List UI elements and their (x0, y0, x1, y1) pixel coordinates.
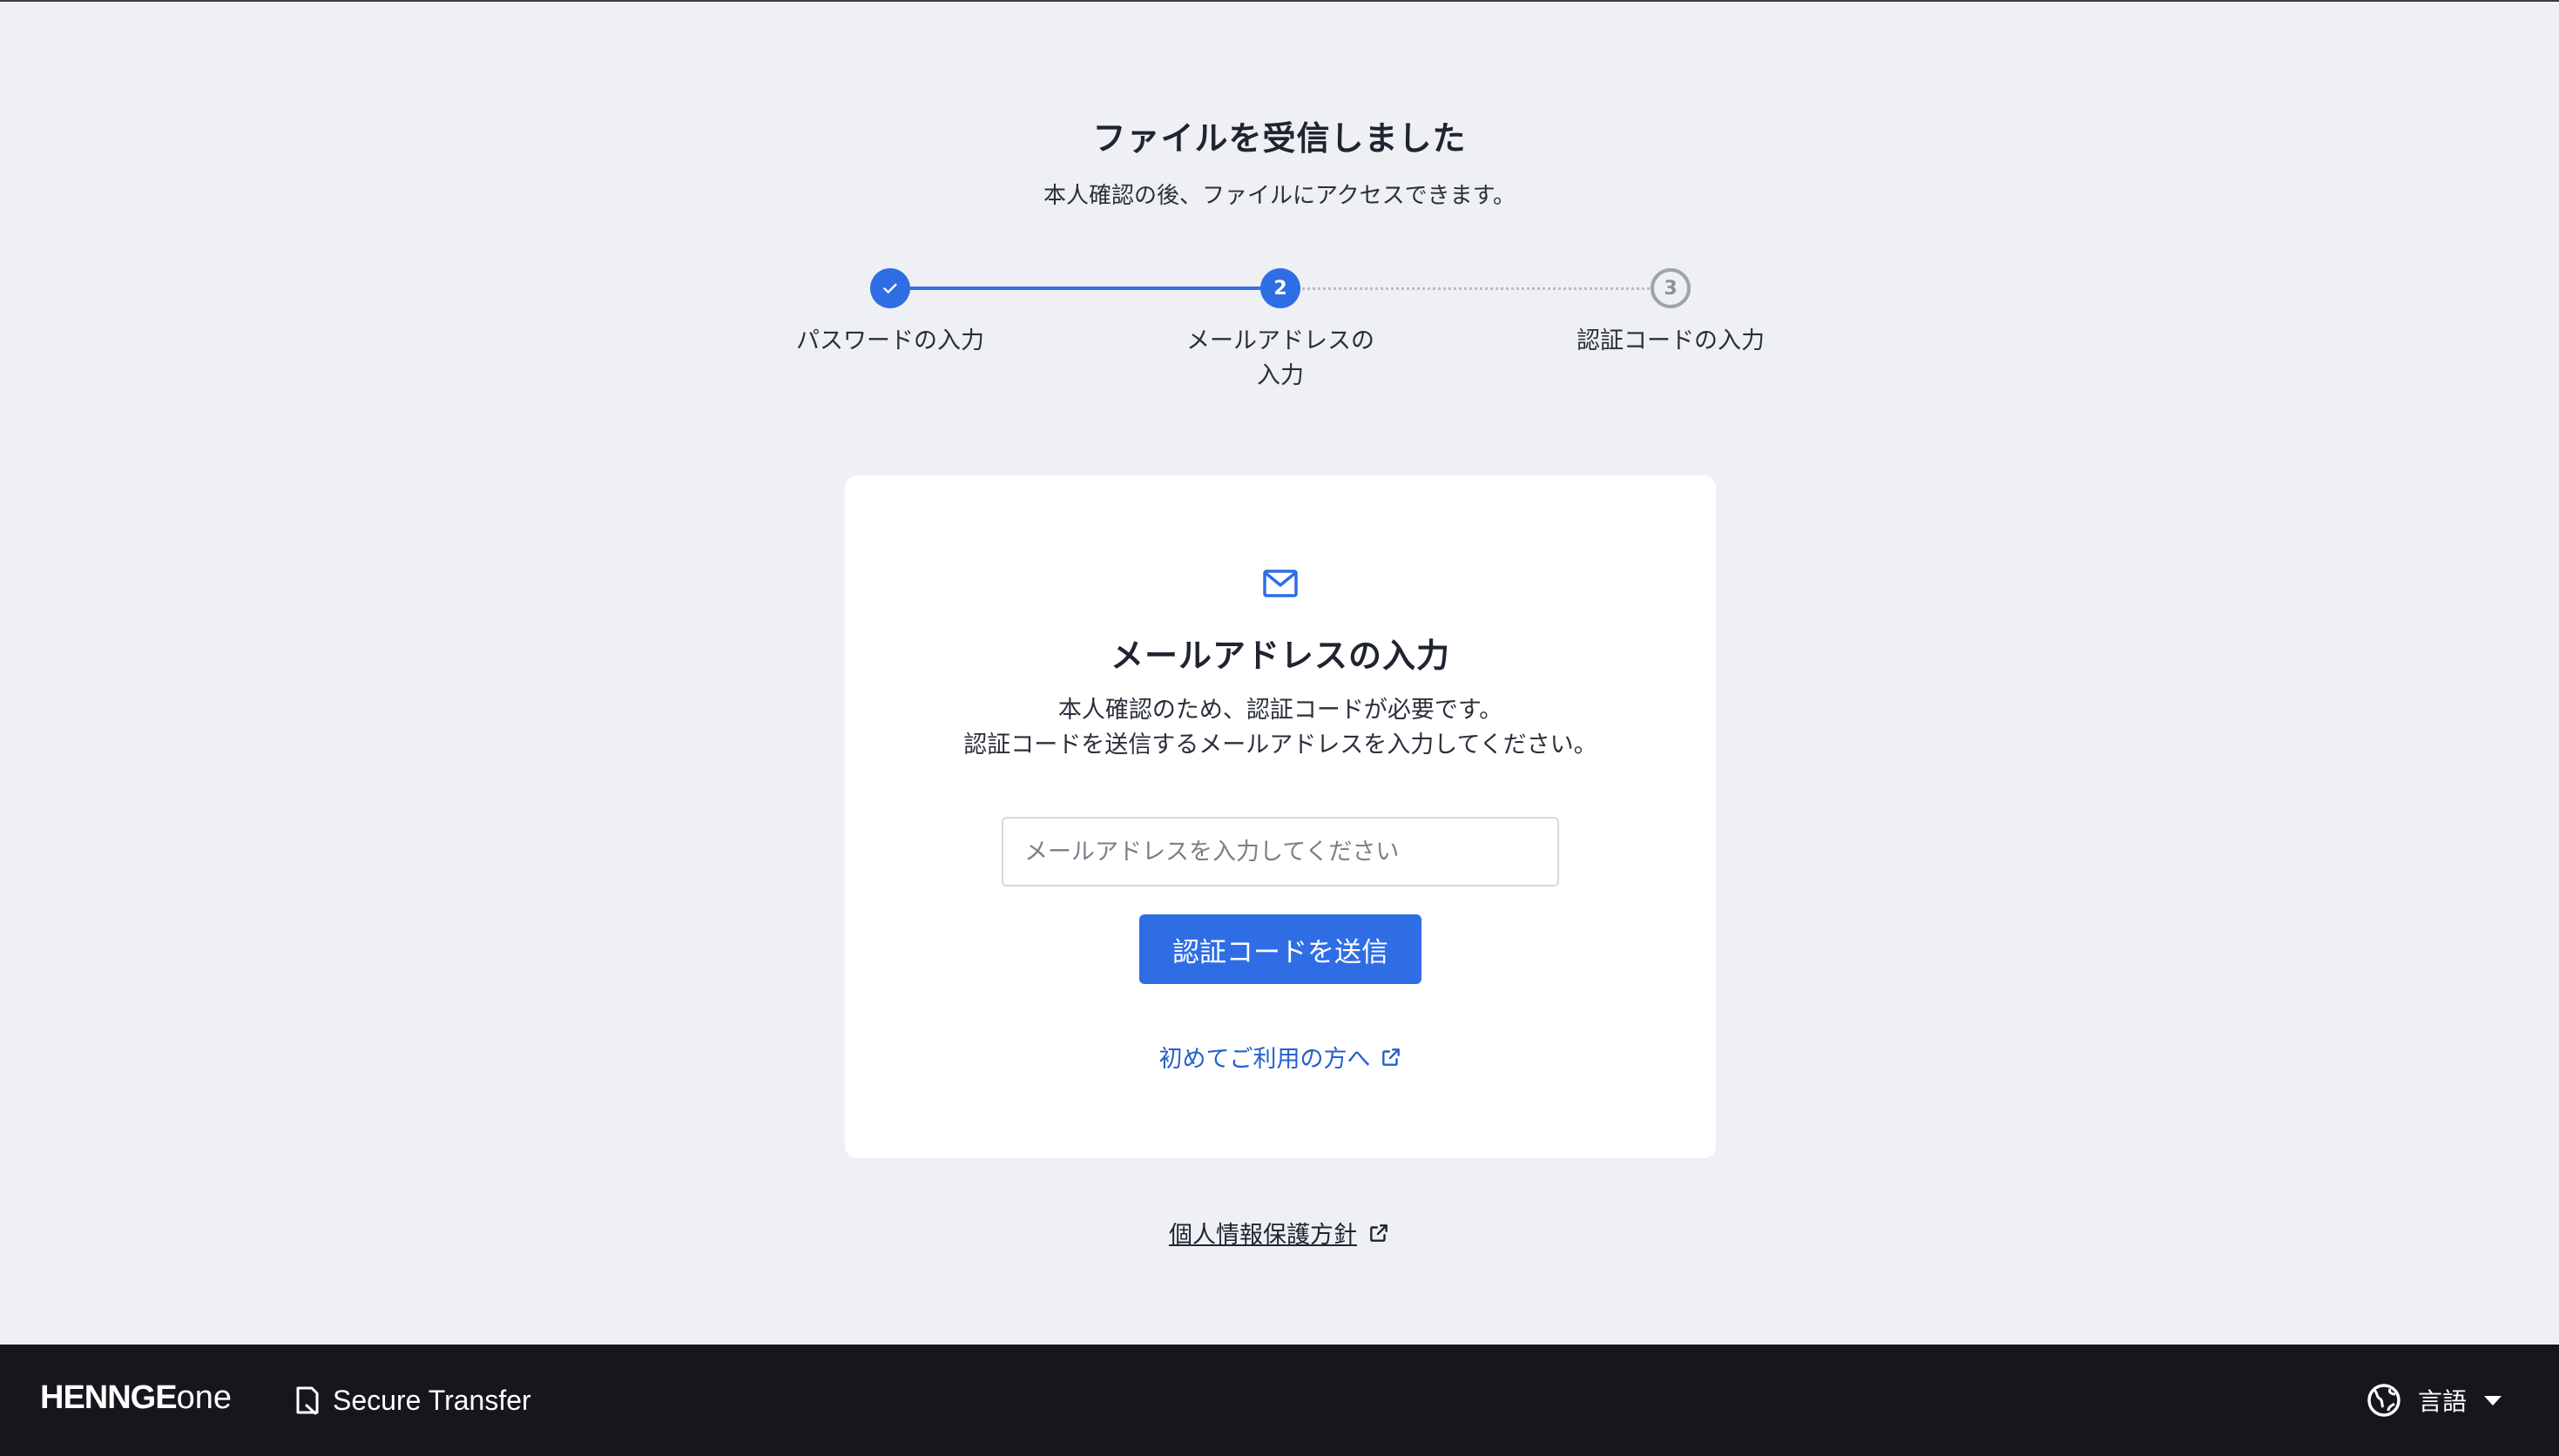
page-title: ファイルを受信しました (1092, 119, 1467, 158)
stepper: 2 3 パスワードの入力 メールアドレスの入力 認証コードの入力 (0, 261, 2559, 401)
brand-main: HENNGE (40, 1379, 178, 1416)
first-time-user-link[interactable]: 初めてご利用の方へ (845, 1040, 1716, 1074)
privacy-policy-link[interactable]: 個人情報保護方針 (0, 1216, 2559, 1250)
step-1-indicator (870, 268, 910, 308)
check-icon (883, 283, 897, 293)
first-time-user-link-label: 初めてご利用の方へ (1158, 1046, 1371, 1073)
card-description: 本人確認のため、認証コードが必要です。 認証コードを送信するメールアドレスを入力… (845, 693, 1716, 763)
step-2-indicator: 2 (1260, 268, 1300, 308)
step-3-label: 認証コードの入力 (1577, 327, 1765, 354)
external-link-icon (1370, 1223, 1388, 1242)
secure-transfer-icon (296, 1386, 319, 1415)
product-label: Secure Transfer (333, 1384, 531, 1416)
page-subtitle: 本人確認の後、ファイルにアクセスできます。 (1043, 183, 1516, 209)
product-name: Secure Transfer (294, 1379, 531, 1421)
language-selector[interactable]: 言語 (2366, 1376, 2503, 1425)
step-1-label: パスワードの入力 (796, 327, 984, 354)
privacy-policy-label: 個人情報保護方針 (1169, 1222, 1357, 1249)
footer: HENNGEone Secure Transfer 言語 (0, 1345, 2559, 1456)
brand-sub: one (176, 1379, 232, 1416)
caret-down-icon (2484, 1396, 2502, 1405)
step-3-indicator: 3 (1651, 268, 1691, 308)
stepper-line-completed (890, 286, 1280, 290)
step-2-label: メールアドレスの入力 (1186, 327, 1374, 389)
email-input[interactable] (1002, 817, 1559, 886)
language-label: 言語 (2417, 1387, 2467, 1416)
email-entry-card: メールアドレスの入力 本人確認のため、認証コードが必要です。 認証コードを送信す… (845, 475, 1716, 1158)
stepper-line-pending (1280, 287, 1671, 290)
send-code-button[interactable]: 認証コードを送信 (1139, 914, 1421, 984)
card-description-line-2: 認証コードを送信するメールアドレスを入力してください。 (963, 731, 1597, 758)
card-description-line-1: 本人確認のため、認証コードが必要です。 (1057, 697, 1503, 724)
external-link-icon (1381, 1048, 1400, 1066)
henngeone-logo: HENNGEone (40, 1379, 232, 1417)
page: ファイルを受信しました 本人確認の後、ファイルにアクセスできます。 2 3 パス… (0, 0, 2559, 1345)
card-title: メールアドレスの入力 (1110, 637, 1450, 675)
globe-icon (2367, 1384, 2400, 1417)
mail-icon (1263, 570, 1298, 597)
